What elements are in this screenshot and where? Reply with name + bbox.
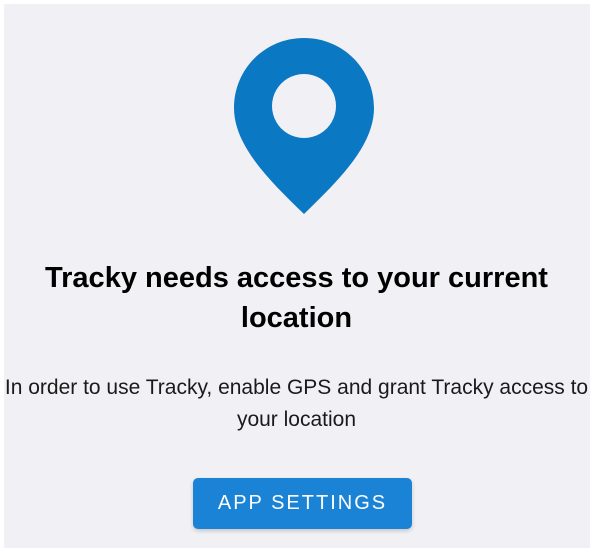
permission-message: In order to use Tracky, enable GPS and g… — [4, 376, 589, 431]
page-title: Tracky needs access to your current loca… — [45, 262, 548, 334]
app-settings-button[interactable]: APP SETTINGS — [193, 478, 412, 529]
location-pin-icon — [232, 36, 376, 216]
